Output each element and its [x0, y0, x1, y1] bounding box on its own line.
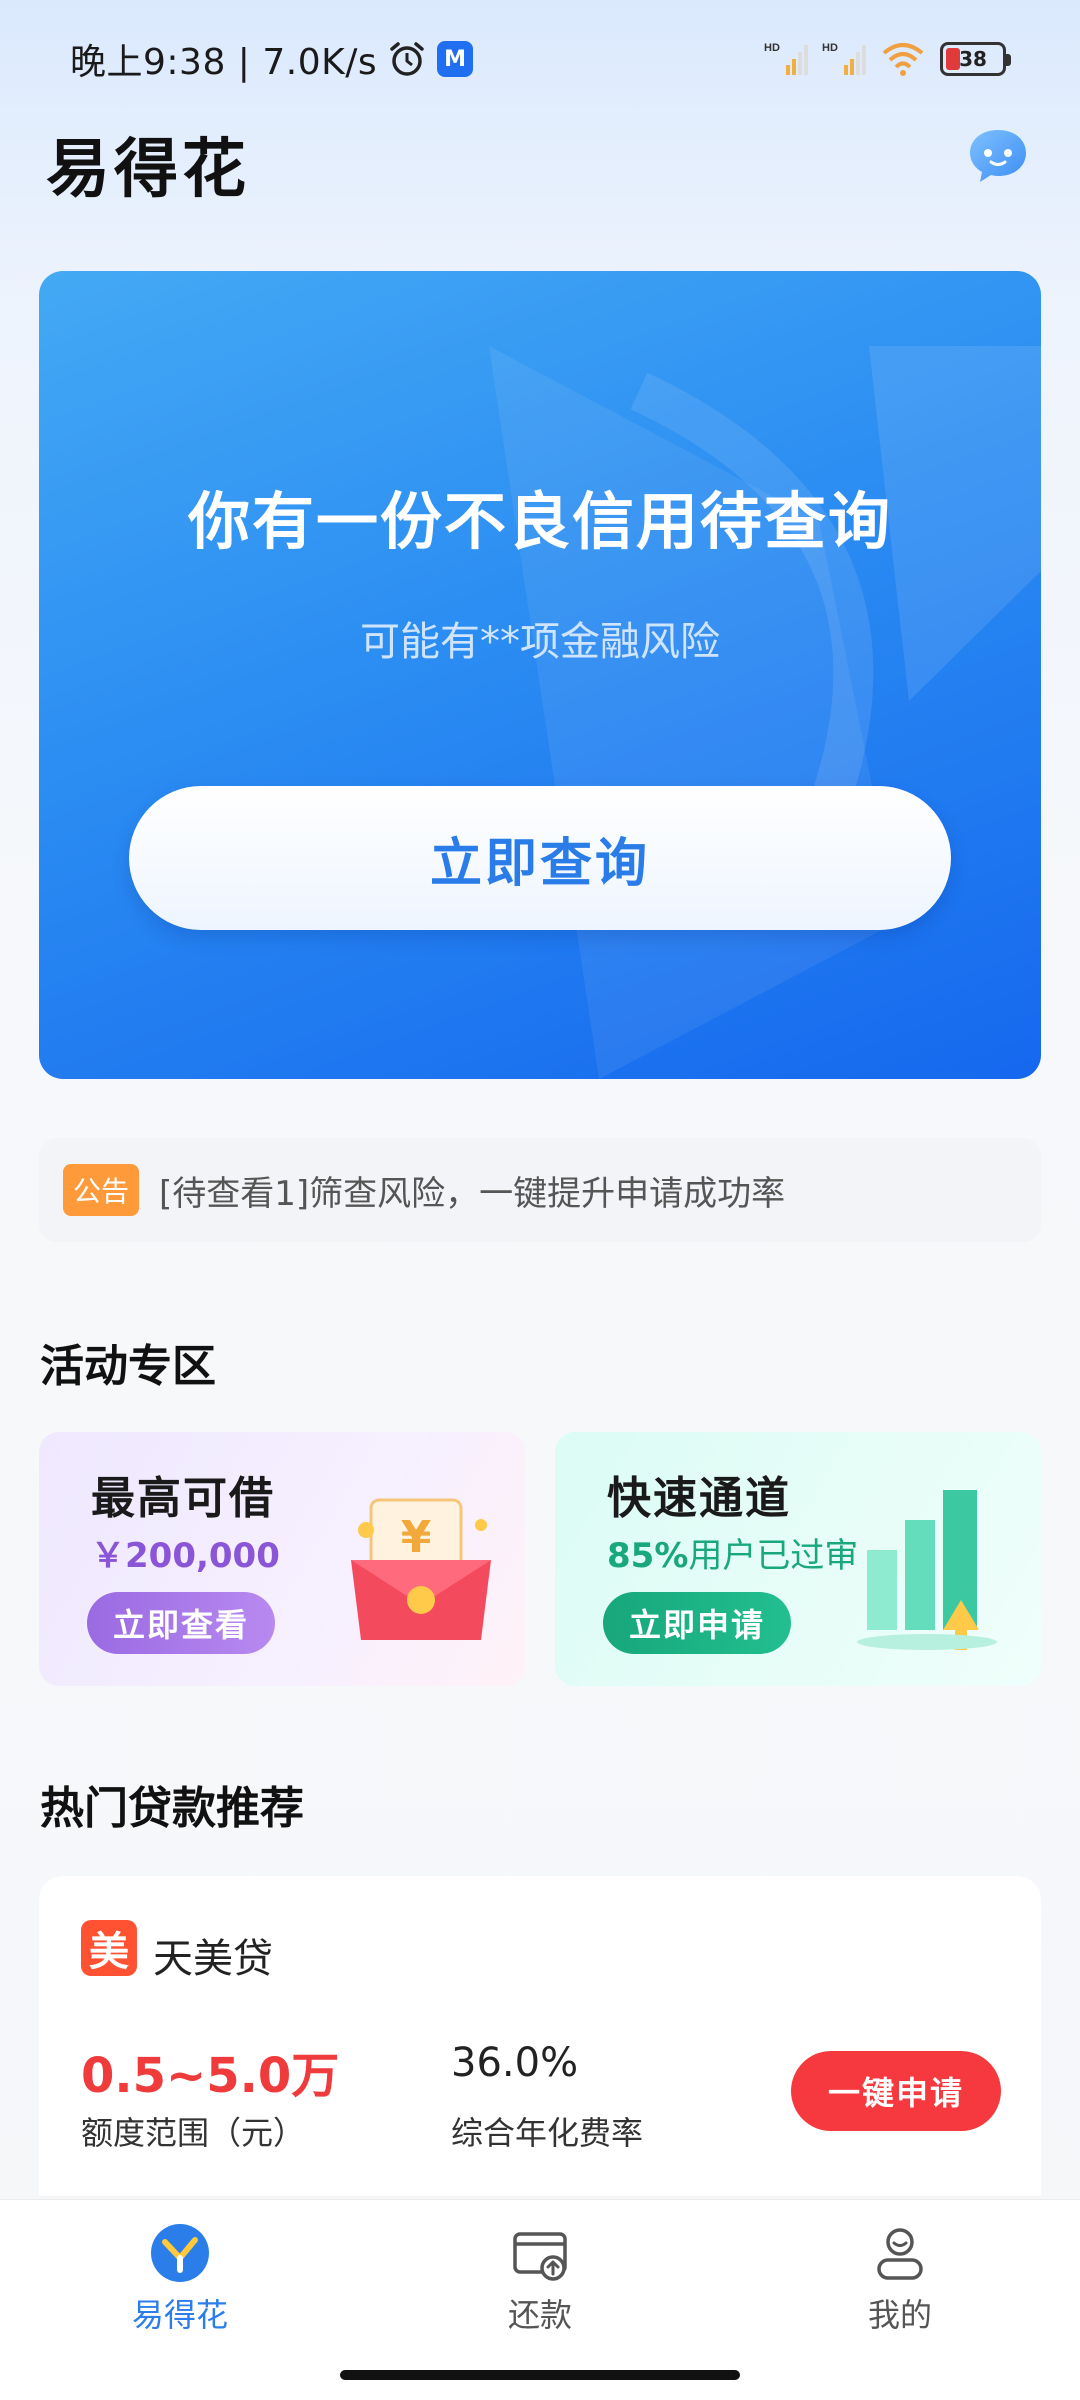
banner-subtitle: 可能有**项金融风险: [360, 619, 720, 665]
activity-section-title: 活动专区: [40, 1341, 216, 1392]
status-right: HD HD 38: [764, 36, 1011, 82]
status-bar: 晚上9:38 | 7.0K/s M HD HD 38: [0, 0, 1080, 118]
announcement-tag: 公告: [63, 1164, 139, 1216]
announcement-text: [待查看1]筛查风险，一键提升申请成功率: [159, 1173, 786, 1214]
activity-card-fast-track[interactable]: 快速通道 85%用户已过审 立即申请: [555, 1432, 1041, 1686]
tab-home-label: 易得花: [131, 2296, 228, 2334]
page-title: 易得花: [46, 133, 250, 207]
tab-repay-label: 还款: [507, 2296, 572, 2334]
activity-card-approval-text: 用户已过审: [688, 1536, 859, 1576]
credit-query-banner: 你有一份不良信用待查询 可能有**项金融风险 立即查询: [39, 271, 1041, 1079]
banner-title: 你有一份不良信用待查询: [187, 485, 892, 558]
home-logo-icon: [151, 2224, 209, 2282]
svg-text:¥: ¥: [401, 1512, 432, 1563]
activity-card-title: 快速通道: [607, 1473, 791, 1524]
tab-repay[interactable]: 还款: [440, 2222, 640, 2352]
growth-chart-icon: [857, 1490, 997, 1650]
announcement-bar[interactable]: 公告 [待查看1]筛查风险，一键提升申请成功率: [39, 1138, 1041, 1242]
signal-icon-2: HD: [822, 42, 866, 75]
activity-card-amount-value: ￥200,000: [91, 1536, 280, 1576]
loan-product-name: 天美贷: [153, 1936, 273, 1982]
query-now-button[interactable]: 立即查询: [129, 786, 951, 930]
loan-amount-range: 0.5~5.0万: [81, 2048, 340, 2104]
signal-hd-label-2: HD: [822, 42, 838, 54]
tab-profile-label: 我的: [867, 2296, 932, 2334]
one-click-apply-button[interactable]: 一键申请: [791, 2051, 1001, 2131]
loan-annual-rate: 36.0%: [451, 2040, 579, 2086]
activity-card-approval: 85%用户已过审: [607, 1528, 858, 1577]
repay-card-icon: [513, 2232, 567, 2281]
tab-home[interactable]: 易得花: [80, 2222, 280, 2352]
signal-icon: HD: [764, 42, 808, 75]
activity-card-approval-percent: 85%: [607, 1536, 689, 1576]
banner-decoration: [489, 346, 1041, 1079]
battery-level: 38: [959, 47, 987, 71]
loan-product-card[interactable]: 美 天美贷 0.5~5.0万 额度范围（元） 36.0% 综合年化费率 一键申请: [39, 1876, 1041, 2196]
user-profile-icon: [877, 2228, 923, 2280]
tab-profile[interactable]: 我的: [800, 2222, 1000, 2352]
hot-loans-section-title: 热门贷款推荐: [40, 1783, 304, 1834]
activity-card-max-loan[interactable]: 最高可借 ￥200,000 立即查看 ¥: [39, 1432, 525, 1686]
apply-now-button[interactable]: 立即申请: [603, 1592, 792, 1654]
home-indicator[interactable]: [340, 2370, 740, 2380]
activity-card-title: 最高可借: [91, 1473, 275, 1524]
battery-icon: 38: [940, 42, 1011, 76]
view-now-button[interactable]: 立即查看: [87, 1592, 276, 1654]
app-notification-icon: M: [437, 41, 474, 77]
signal-hd-label: HD: [764, 42, 780, 54]
red-envelope-icon: ¥: [351, 1498, 491, 1640]
activity-card-amount: ￥200,000: [91, 1528, 280, 1577]
loan-annual-rate-label: 综合年化费率: [451, 2114, 644, 2152]
wifi-icon: [882, 43, 924, 76]
status-time-speed: 晚上9:38 | 7.0K/s: [70, 42, 378, 83]
customer-service-chat-icon[interactable]: [966, 126, 1030, 186]
loan-amount-range-label: 额度范围（元）: [81, 2114, 306, 2152]
status-left: 晚上9:38 | 7.0K/s M: [70, 34, 474, 84]
alarm-icon: [390, 42, 424, 76]
loan-product-logo-icon: 美: [81, 1920, 137, 1976]
